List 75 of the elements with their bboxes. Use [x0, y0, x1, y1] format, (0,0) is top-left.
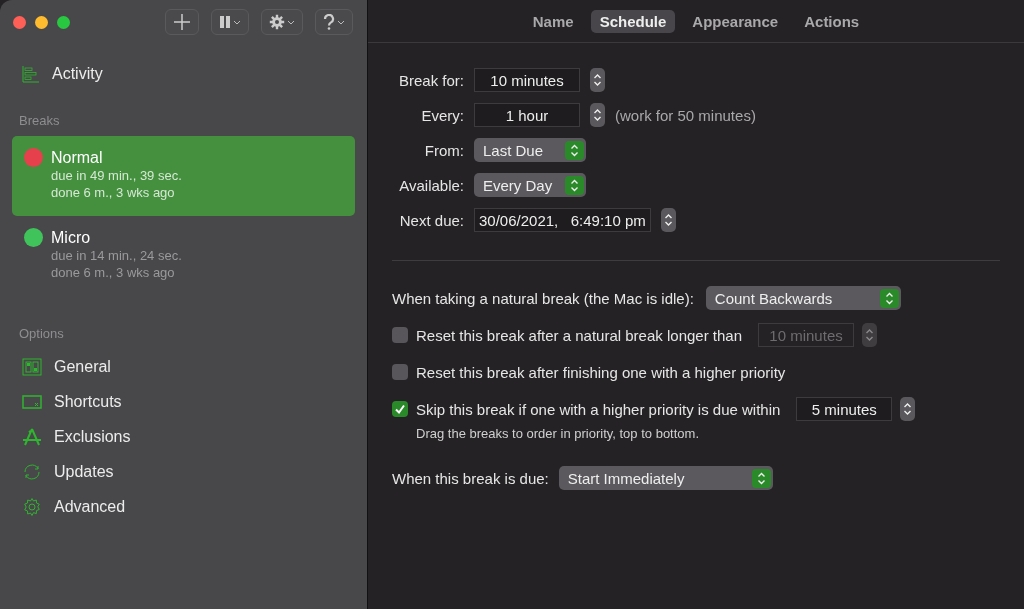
checkbox-label: Reset this break after finishing one with a higher priority	[416, 363, 786, 381]
settings-button[interactable]	[261, 9, 303, 35]
break-item[interactable]: Micro due in 14 min., 24 sec. done 6 m., 3 wks ago	[12, 216, 355, 296]
popup-button[interactable]: Every Day	[474, 173, 586, 197]
up-down-arrows-icon	[663, 212, 673, 228]
tab[interactable]: Name	[523, 9, 583, 33]
tab[interactable]: Schedule	[590, 9, 676, 33]
up-down-arrows-icon	[593, 107, 602, 123]
plus-icon	[173, 13, 191, 31]
tab[interactable]: Appearance	[683, 9, 788, 33]
up-down-arrows-icon	[565, 175, 584, 195]
pause-button[interactable]	[211, 9, 249, 35]
caret-icon	[337, 19, 345, 25]
break-name: Normal	[51, 149, 104, 167]
input-field[interactable]: 1 hour	[474, 103, 580, 127]
date-field[interactable]: 30/06/2021, 6:49:10 pm	[474, 208, 651, 232]
input-field[interactable]: 5 minutes	[796, 397, 893, 421]
note-text: (work for 50 minutes)	[615, 106, 756, 124]
up-down-arrows-icon	[593, 72, 602, 88]
field-label: Break for:	[397, 71, 464, 89]
section-heading: Options	[18, 326, 65, 341]
zoom-button[interactable]	[57, 15, 70, 29]
up-down-arrows-icon	[903, 401, 913, 417]
close-button[interactable]	[13, 15, 26, 29]
break-item[interactable]: Normal due in 49 min., 39 sec. done 6 m., 3 wks ago	[12, 136, 355, 216]
sidebar-item[interactable]: Updates	[54, 462, 114, 481]
hint-text: Drag the breaks to order in priority, top to bottom.	[416, 426, 700, 441]
popup-button[interactable]: Last Due	[474, 138, 586, 162]
caret-icon	[233, 19, 241, 25]
field-label: Next due:	[398, 211, 464, 229]
section-heading: Breaks	[18, 113, 61, 128]
stepper[interactable]	[660, 208, 676, 232]
checkbox-label: Skip this break if one with a higher priority is due within	[416, 400, 781, 418]
field-label: Every:	[420, 106, 464, 124]
due-time: due in 49 min., 39 sec.	[51, 167, 182, 184]
keyboard-icon	[22, 394, 42, 409]
up-down-arrows-icon	[751, 468, 771, 488]
refresh-icon	[22, 461, 42, 482]
field-label: When this break is due:	[392, 469, 549, 487]
checkbox[interactable]	[392, 401, 408, 417]
up-down-arrows-icon	[879, 288, 899, 308]
checkbox[interactable]	[392, 364, 408, 380]
stepper[interactable]	[590, 103, 605, 127]
field-label: Available:	[398, 176, 464, 194]
checkbox[interactable]	[392, 327, 408, 343]
tab[interactable]: Actions	[795, 9, 869, 33]
sidebar-item[interactable]: Exclusions	[54, 427, 131, 446]
pause-icon	[219, 15, 231, 29]
last-done: done 6 m., 3 wks ago	[51, 264, 176, 281]
input-field[interactable]: 10 minutes	[474, 68, 580, 92]
popup-button[interactable]: Start Immediately	[558, 466, 773, 490]
sidebar-item[interactable]: Advanced	[54, 497, 126, 516]
stepper[interactable]	[590, 68, 605, 92]
sidebar-item[interactable]: Shortcuts	[54, 392, 122, 411]
field-label: When taking a natural break (the Mac is idle):	[392, 289, 694, 307]
settings-icon	[269, 14, 285, 30]
sidebar-item[interactable]: Activity	[52, 64, 103, 83]
question-mark-icon	[323, 14, 335, 30]
up-down-arrows-icon	[865, 327, 875, 343]
break-name: Micro	[51, 229, 92, 247]
popup-button[interactable]: Count Backwards	[705, 286, 901, 310]
chart-icon	[22, 64, 40, 83]
up-down-arrows-icon	[565, 140, 584, 160]
minimize-button[interactable]	[35, 15, 48, 29]
checkbox-label: Reset this break after a natural break longer than	[416, 326, 743, 344]
panels-icon	[22, 357, 42, 376]
due-time: due in 14 min., 24 sec.	[51, 247, 182, 264]
settings-icon	[22, 496, 42, 517]
stepper[interactable]	[900, 397, 916, 421]
caret-icon	[287, 19, 295, 25]
sidebar-item[interactable]: General	[54, 357, 111, 376]
field-label: From:	[423, 141, 464, 159]
help-button[interactable]	[315, 9, 353, 35]
add-button[interactable]	[165, 9, 199, 35]
last-done: done 6 m., 3 wks ago	[51, 184, 176, 201]
